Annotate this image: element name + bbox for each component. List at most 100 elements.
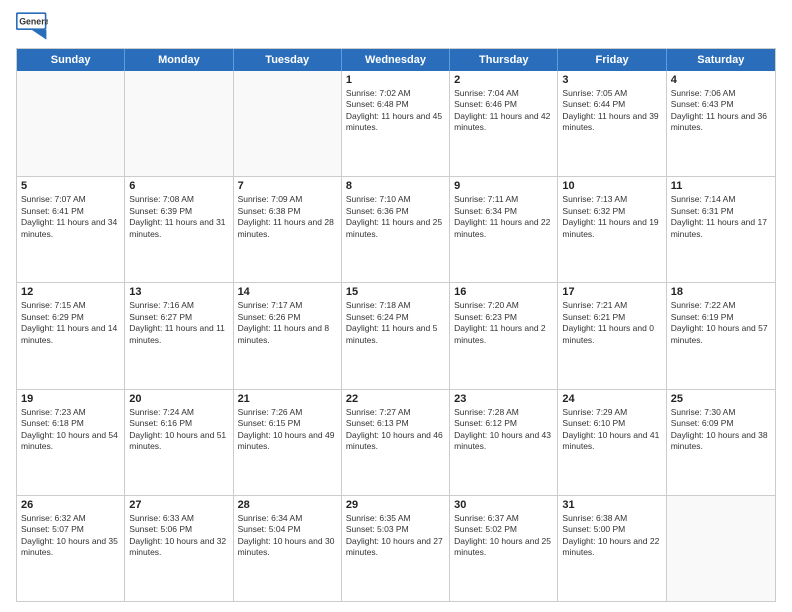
general-blue-icon: General [16,12,48,40]
day-number: 19 [21,393,120,405]
calendar-cell: 11 Sunrise: 7:14 AM Sunset: 6:31 PM Dayli… [667,177,775,282]
day-number: 28 [238,499,337,511]
day-number: 3 [562,74,661,86]
day-info: Sunrise: 7:14 AM Sunset: 6:31 PM Dayligh… [671,194,771,240]
day-info: Sunrise: 7:16 AM Sunset: 6:27 PM Dayligh… [129,300,228,346]
day-info: Sunrise: 7:07 AM Sunset: 6:41 PM Dayligh… [21,194,120,240]
calendar-cell: 25 Sunrise: 7:30 AM Sunset: 6:09 PM Dayli… [667,390,775,495]
day-number: 20 [129,393,228,405]
day-info: Sunrise: 6:38 AM Sunset: 5:00 PM Dayligh… [562,513,661,559]
day-number: 31 [562,499,661,511]
day-info: Sunrise: 7:11 AM Sunset: 6:34 PM Dayligh… [454,194,553,240]
calendar-cell [234,71,342,176]
day-number: 27 [129,499,228,511]
day-number: 13 [129,286,228,298]
header: General [16,12,776,40]
calendar-cell: 2 Sunrise: 7:04 AM Sunset: 6:46 PM Daylig… [450,71,558,176]
day-number: 8 [346,180,445,192]
calendar-cell: 4 Sunrise: 7:06 AM Sunset: 6:43 PM Daylig… [667,71,775,176]
day-number: 4 [671,74,771,86]
calendar-cell [667,496,775,601]
calendar-cell: 26Sunrise: 6:32 AM Sunset: 5:07 PM Dayli… [17,496,125,601]
svg-text:General: General [19,16,48,26]
calendar-header: SundayMondayTuesdayWednesdayThursdayFrid… [17,49,775,71]
day-info: Sunrise: 7:09 AM Sunset: 6:38 PM Dayligh… [238,194,337,240]
header-day-tuesday: Tuesday [234,49,342,71]
day-info: Sunrise: 7:13 AM Sunset: 6:32 PM Dayligh… [562,194,661,240]
header-day-thursday: Thursday [450,49,558,71]
day-info: Sunrise: 7:29 AM Sunset: 6:10 PM Dayligh… [562,407,661,453]
day-info: Sunrise: 7:22 AM Sunset: 6:19 PM Dayligh… [671,300,771,346]
day-number: 6 [129,180,228,192]
day-info: Sunrise: 7:23 AM Sunset: 6:18 PM Dayligh… [21,407,120,453]
calendar-cell: 28 Sunrise: 6:34 AM Sunset: 5:04 PM Dayli… [234,496,342,601]
day-number: 23 [454,393,553,405]
calendar: SundayMondayTuesdayWednesdayThursdayFrid… [16,48,776,602]
day-number: 17 [562,286,661,298]
day-number: 15 [346,286,445,298]
calendar-cell: 1 Sunrise: 7:02 AM Sunset: 6:48 PM Daylig… [342,71,450,176]
header-day-sunday: Sunday [17,49,125,71]
logo: General [16,12,52,40]
calendar-cell: 13 Sunrise: 7:16 AM Sunset: 6:27 PM Dayli… [125,283,233,388]
day-info: Sunrise: 7:04 AM Sunset: 6:46 PM Dayligh… [454,88,553,134]
calendar-cell: 18 Sunrise: 7:22 AM Sunset: 6:19 PM Dayli… [667,283,775,388]
day-number: 9 [454,180,553,192]
day-number: 14 [238,286,337,298]
calendar-cell: 7 Sunrise: 7:09 AM Sunset: 6:38 PM Daylig… [234,177,342,282]
calendar-cell: 3 Sunrise: 7:05 AM Sunset: 6:44 PM Daylig… [558,71,666,176]
day-info: Sunrise: 6:35 AM Sunset: 5:03 PM Dayligh… [346,513,445,559]
calendar-cell: 6Sunrise: 7:08 AM Sunset: 6:39 PM Daylig… [125,177,233,282]
day-number: 7 [238,180,337,192]
calendar-cell: 23 Sunrise: 7:28 AM Sunset: 6:12 PM Dayli… [450,390,558,495]
calendar-row-2: 12 Sunrise: 7:15 AM Sunset: 6:29 PM Dayli… [17,282,775,388]
calendar-cell: 29Sunrise: 6:35 AM Sunset: 5:03 PM Dayli… [342,496,450,601]
day-number: 24 [562,393,661,405]
calendar-cell: 9 Sunrise: 7:11 AM Sunset: 6:34 PM Daylig… [450,177,558,282]
calendar-cell: 21 Sunrise: 7:26 AM Sunset: 6:15 PM Dayli… [234,390,342,495]
day-info: Sunrise: 7:05 AM Sunset: 6:44 PM Dayligh… [562,88,661,134]
calendar-row-4: 26Sunrise: 6:32 AM Sunset: 5:07 PM Dayli… [17,495,775,601]
calendar-cell: 24 Sunrise: 7:29 AM Sunset: 6:10 PM Dayli… [558,390,666,495]
calendar-cell: 31 Sunrise: 6:38 AM Sunset: 5:00 PM Dayli… [558,496,666,601]
day-info: Sunrise: 7:15 AM Sunset: 6:29 PM Dayligh… [21,300,120,346]
calendar-cell: 17Sunrise: 7:21 AM Sunset: 6:21 PM Dayli… [558,283,666,388]
day-number: 21 [238,393,337,405]
calendar-row-3: 19 Sunrise: 7:23 AM Sunset: 6:18 PM Dayli… [17,389,775,495]
day-number: 18 [671,286,771,298]
calendar-cell: 30 Sunrise: 6:37 AM Sunset: 5:02 PM Dayli… [450,496,558,601]
day-number: 26 [21,499,120,511]
day-info: Sunrise: 7:24 AM Sunset: 6:16 PM Dayligh… [129,407,228,453]
header-day-monday: Monday [125,49,233,71]
day-info: Sunrise: 7:28 AM Sunset: 6:12 PM Dayligh… [454,407,553,453]
day-info: Sunrise: 7:20 AM Sunset: 6:23 PM Dayligh… [454,300,553,346]
day-info: Sunrise: 7:10 AM Sunset: 6:36 PM Dayligh… [346,194,445,240]
day-number: 1 [346,74,445,86]
calendar-cell: 19 Sunrise: 7:23 AM Sunset: 6:18 PM Dayli… [17,390,125,495]
calendar-cell [125,71,233,176]
day-number: 22 [346,393,445,405]
header-day-wednesday: Wednesday [342,49,450,71]
day-number: 11 [671,180,771,192]
day-info: Sunrise: 7:30 AM Sunset: 6:09 PM Dayligh… [671,407,771,453]
day-number: 25 [671,393,771,405]
day-info: Sunrise: 7:06 AM Sunset: 6:43 PM Dayligh… [671,88,771,134]
day-info: Sunrise: 7:17 AM Sunset: 6:26 PM Dayligh… [238,300,337,346]
calendar-cell: 8 Sunrise: 7:10 AM Sunset: 6:36 PM Daylig… [342,177,450,282]
day-number: 10 [562,180,661,192]
day-info: Sunrise: 7:26 AM Sunset: 6:15 PM Dayligh… [238,407,337,453]
calendar-cell: 22Sunrise: 7:27 AM Sunset: 6:13 PM Dayli… [342,390,450,495]
day-number: 30 [454,499,553,511]
calendar-row-1: 5Sunrise: 7:07 AM Sunset: 6:41 PM Daylig… [17,176,775,282]
calendar-body: 1 Sunrise: 7:02 AM Sunset: 6:48 PM Daylig… [17,71,775,601]
day-number: 2 [454,74,553,86]
day-info: Sunrise: 6:34 AM Sunset: 5:04 PM Dayligh… [238,513,337,559]
page: General SundayMondayTuesdayWednesdayThur… [0,0,792,612]
day-number: 12 [21,286,120,298]
calendar-cell: 20 Sunrise: 7:24 AM Sunset: 6:16 PM Dayli… [125,390,233,495]
day-info: Sunrise: 7:02 AM Sunset: 6:48 PM Dayligh… [346,88,445,134]
day-info: Sunrise: 6:33 AM Sunset: 5:06 PM Dayligh… [129,513,228,559]
calendar-cell: 5Sunrise: 7:07 AM Sunset: 6:41 PM Daylig… [17,177,125,282]
day-info: Sunrise: 6:37 AM Sunset: 5:02 PM Dayligh… [454,513,553,559]
calendar-cell: 15Sunrise: 7:18 AM Sunset: 6:24 PM Dayli… [342,283,450,388]
